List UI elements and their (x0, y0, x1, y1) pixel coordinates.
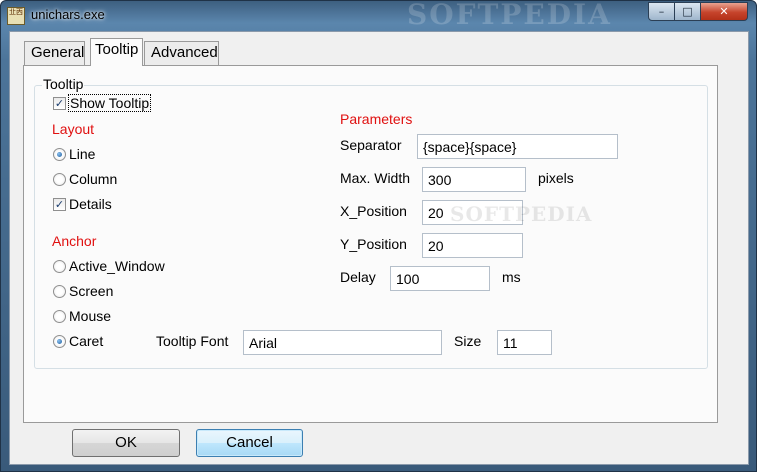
separator-input[interactable]: {space}{space} (417, 134, 618, 159)
dialog-client-area: General Tooltip Advanced Tooltip ✓ Show … (9, 31, 749, 465)
app-icon: 㐀㐁 (7, 7, 25, 25)
tooltip-group-legend: Tooltip (42, 76, 85, 92)
close-button[interactable]: ✕ (700, 2, 748, 21)
details-label[interactable]: Details (69, 196, 112, 212)
anchor-caret-label[interactable]: Caret (69, 333, 103, 349)
tooltip-group-box (34, 85, 708, 369)
tab-tooltip[interactable]: Tooltip (90, 38, 143, 66)
ok-button[interactable]: OK (72, 429, 180, 457)
tooltip-tab-panel: Tooltip ✓ Show Tooltip Layout Line Colum… (23, 65, 718, 423)
watermark-logo: SOFTPEDIA (407, 0, 612, 31)
layout-line-label[interactable]: Line (69, 146, 95, 162)
anchor-screen-label[interactable]: Screen (69, 283, 113, 299)
y-position-label: Y_Position (340, 236, 407, 252)
title-bar[interactable]: 㐀㐁 unichars.exe SOFTPEDIA – □ ✕ (1, 0, 756, 31)
app-window: 㐀㐁 unichars.exe SOFTPEDIA – □ ✕ General … (0, 0, 757, 472)
parameters-heading: Parameters (340, 111, 413, 127)
tab-general[interactable]: General (24, 41, 85, 65)
layout-column-radio[interactable] (53, 173, 66, 186)
font-size-label: Size (454, 333, 482, 349)
separator-label: Separator (340, 137, 402, 153)
anchor-active-window-radio[interactable] (53, 260, 66, 273)
tab-advanced[interactable]: Advanced (144, 41, 219, 65)
max-width-input[interactable]: 300 (422, 167, 526, 192)
delay-label: Delay (340, 269, 376, 285)
cancel-button[interactable]: Cancel (196, 429, 303, 457)
max-width-label: Max. Width (340, 170, 411, 186)
show-tooltip-label[interactable]: Show Tooltip (67, 94, 152, 112)
layout-column-label[interactable]: Column (69, 171, 117, 187)
layout-line-radio[interactable] (53, 148, 66, 161)
anchor-screen-radio[interactable] (53, 285, 66, 298)
anchor-mouse-label[interactable]: Mouse (69, 308, 111, 324)
delay-input[interactable]: 100 (390, 266, 490, 291)
tooltip-font-label: Tooltip Font (156, 333, 229, 349)
maximize-button[interactable]: □ (674, 2, 701, 21)
anchor-mouse-radio[interactable] (53, 310, 66, 323)
anchor-caret-radio[interactable] (53, 335, 66, 348)
x-position-label: X_Position (340, 203, 407, 219)
max-width-unit: pixels (538, 170, 574, 186)
delay-unit: ms (502, 269, 521, 285)
minimize-button[interactable]: – (648, 2, 675, 21)
show-tooltip-checkbox[interactable]: ✓ (53, 97, 66, 110)
tooltip-font-input[interactable]: Arial (243, 330, 442, 355)
window-title: unichars.exe (31, 7, 105, 22)
layout-heading: Layout (52, 121, 95, 137)
watermark-logo: SOFTPEDIA (450, 202, 593, 226)
font-size-input[interactable]: 11 (497, 330, 552, 355)
anchor-heading: Anchor (52, 233, 97, 249)
y-position-input[interactable]: 20 (422, 233, 523, 258)
anchor-active-window-label[interactable]: Active_Window (69, 258, 165, 274)
details-checkbox[interactable]: ✓ (53, 198, 66, 211)
